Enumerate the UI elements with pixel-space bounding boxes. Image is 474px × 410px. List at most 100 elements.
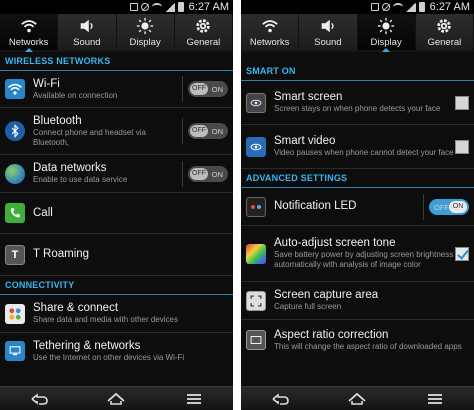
color-tone-icon [246, 243, 266, 264]
toggle-off-label: OFF [434, 202, 449, 212]
settings-tabs: Networks Sound Display General [0, 14, 233, 52]
signal-icon [164, 2, 175, 12]
menu-icon[interactable] [424, 392, 446, 406]
setting-row-notification-led[interactable]: Notification LED OFF ON [241, 188, 474, 226]
wifi-status-icon [151, 3, 162, 11]
led-icon [246, 196, 266, 217]
setting-row-smart-video[interactable]: Smart video Video pauses when phone cann… [241, 125, 474, 169]
menu-icon[interactable] [183, 392, 205, 406]
setting-row-share-connect[interactable]: Share & connect Share data and media wit… [0, 295, 233, 333]
setting-row-roaming[interactable]: T T Roaming [0, 234, 233, 276]
setting-row-auto-adjust-tone[interactable]: Auto-adjust screen tone Save battery pow… [241, 226, 474, 282]
toggle-off-label: OFF [190, 83, 208, 95]
tab-networks[interactable]: Networks [0, 14, 59, 52]
status-time: 6:27 AM [429, 1, 470, 13]
setting-subtitle: This will change the aspect ratio of dow… [274, 341, 462, 351]
setting-row-aspect-ratio[interactable]: Aspect ratio correction This will change… [241, 320, 474, 360]
setting-title: Aspect ratio correction [274, 328, 389, 341]
battery-icon [177, 2, 184, 12]
gear-icon [437, 18, 452, 33]
setting-title: Share & connect [33, 302, 119, 314]
wifi-icon [5, 79, 25, 99]
data-networks-toggle[interactable]: OFF ON [188, 165, 228, 182]
divider [182, 118, 183, 144]
tab-label: General [186, 36, 221, 48]
bluetooth-icon [5, 121, 25, 141]
back-icon[interactable] [28, 392, 50, 406]
setting-row-wifi[interactable]: Wi-Fi Available on connection OFF ON [0, 71, 233, 108]
setting-title: Notification LED [274, 200, 357, 212]
usb-icon [129, 3, 138, 11]
section-smart-on: SMART ON [241, 62, 474, 81]
toggle-on-label: ON [211, 127, 223, 136]
phone-icon [5, 203, 25, 223]
video-eye-icon [246, 136, 266, 157]
gear-icon [196, 18, 211, 33]
setting-subtitle: Use the Internet on other devices via Wi… [33, 352, 185, 362]
divider [423, 193, 424, 220]
brightness-icon [378, 17, 395, 34]
status-bar: 6:27 AM [0, 0, 233, 14]
globe-icon [5, 163, 25, 184]
settings-tabs: Networks Sound Display General [241, 14, 474, 52]
setting-title: Call [33, 206, 53, 219]
status-bar: 6:27 AM [241, 0, 474, 14]
setting-subtitle: Enable to use data service [33, 175, 128, 184]
toggle-on-label: ON [211, 85, 223, 94]
tab-sound[interactable]: Sound [58, 14, 117, 50]
toggle-on-label: ON [449, 200, 467, 213]
notification-led-toggle[interactable]: OFF ON [429, 198, 469, 215]
setting-row-screen-capture[interactable]: Screen capture area Capture full screen [241, 282, 474, 320]
home-icon[interactable] [105, 392, 127, 406]
navigation-bar [0, 386, 233, 410]
setting-row-bluetooth[interactable]: Bluetooth Connect phone and headset via … [0, 108, 233, 155]
smart-screen-checkbox[interactable] [455, 95, 469, 110]
tab-label: Sound [314, 36, 342, 48]
bluetooth-toggle[interactable]: OFF ON [188, 123, 228, 139]
roaming-icon: T [5, 244, 25, 265]
tab-sound[interactable]: Sound [299, 14, 358, 50]
setting-title: Screen capture area [274, 289, 379, 301]
divider [182, 76, 183, 102]
tab-label: Sound [73, 36, 101, 48]
setting-subtitle: Capture full screen [274, 302, 342, 311]
setting-subtitle: Save battery power by adjusting screen b… [274, 250, 454, 269]
setting-title: Auto-adjust screen tone [274, 237, 396, 249]
setting-subtitle: Video pauses when phone cannot detect yo… [274, 148, 454, 157]
brightness-icon [137, 17, 154, 34]
tab-label: General [427, 36, 462, 48]
auto-adjust-checkbox[interactable] [455, 246, 469, 261]
smart-video-checkbox[interactable] [455, 139, 469, 154]
signal-icon [405, 2, 416, 12]
usb-icon [370, 3, 379, 11]
back-icon[interactable] [269, 392, 291, 406]
setting-subtitle: Share data and media with other devices [33, 315, 178, 324]
navigation-bar [241, 386, 474, 410]
tab-display[interactable]: Display [357, 14, 416, 52]
setting-title: Smart screen [274, 91, 343, 103]
setting-row-smart-screen[interactable]: Smart screen Screen stays on when phone … [241, 81, 474, 125]
tab-general[interactable]: General [175, 14, 233, 50]
eye-screen-icon [246, 92, 266, 113]
setting-row-call[interactable]: Call [0, 193, 233, 234]
setting-title: Tethering & networks [33, 339, 141, 352]
speaker-icon [321, 19, 334, 32]
toggle-on-label: ON [211, 169, 223, 179]
setting-row-tethering[interactable]: Tethering & networks Use the Internet on… [0, 333, 233, 369]
home-icon[interactable] [346, 392, 368, 406]
display-settings-screen: 6:27 AM Networks Sound Display General S… [241, 0, 474, 410]
tab-label: Networks [249, 36, 290, 48]
section-advanced-settings: ADVANCED SETTINGS [241, 169, 474, 188]
tab-general[interactable]: General [416, 14, 474, 50]
mute-icon [381, 3, 390, 11]
tab-networks[interactable]: Networks [241, 14, 300, 50]
tab-label: Display [129, 36, 161, 48]
wifi-icon [20, 19, 37, 32]
section-connectivity: CONNECTIVITY [0, 276, 233, 295]
status-time: 6:27 AM [188, 1, 229, 13]
battery-icon [418, 2, 425, 12]
setting-row-data-networks[interactable]: Data networks Enable to use data service… [0, 155, 233, 193]
wifi-toggle[interactable]: OFF ON [188, 81, 228, 97]
tab-display[interactable]: Display [117, 14, 175, 50]
wifi-icon [261, 19, 278, 32]
